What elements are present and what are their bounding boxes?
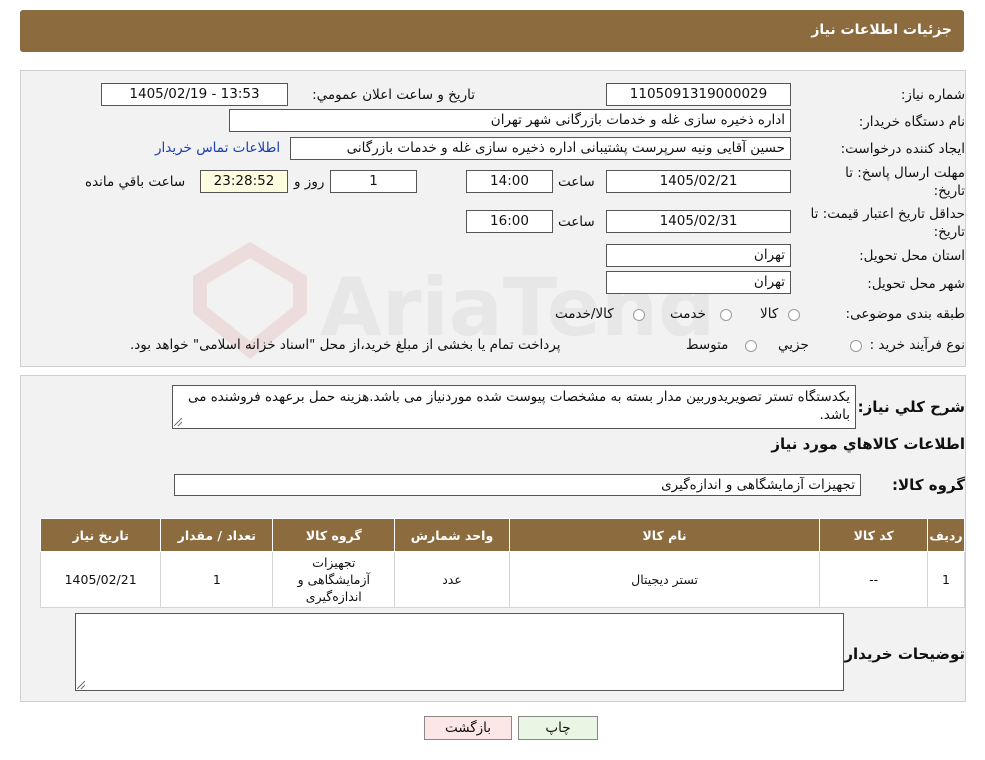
col-goods-name: نام کالا bbox=[508, 518, 821, 552]
price-validity-label: حداقل تاريخ اعتبار قيمت: تا تاريخ: bbox=[810, 206, 965, 240]
category-goods-service-radio[interactable] bbox=[633, 309, 645, 321]
buyer-contact-link[interactable]: اطلاعات تماس خریدار bbox=[155, 140, 280, 156]
creator-label: ايجاد کننده درخواست: bbox=[840, 141, 965, 157]
cell-goods-code: -- bbox=[819, 551, 929, 608]
cell-goods-name: تستر دیجیتال bbox=[508, 551, 821, 608]
process-medium-radio[interactable] bbox=[745, 340, 757, 352]
deadline-label: مهلت ارسال پاسخ: تا تاریخ: bbox=[845, 165, 965, 199]
process-label: نوع فرآیند خرید : bbox=[869, 337, 965, 353]
days-field: 1 bbox=[330, 170, 417, 193]
col-unit: واحد شمارش bbox=[394, 518, 510, 552]
days-label: روز و bbox=[294, 174, 325, 190]
price-validity-time-field: 16:00 bbox=[466, 210, 553, 233]
description-label: شرح کلي نياز: bbox=[857, 398, 965, 416]
col-goods-code: کد کالا bbox=[819, 518, 929, 552]
city-label: شهر محل تحويل: bbox=[867, 276, 965, 292]
page-title: جزئیات اطلاعات نیاز bbox=[811, 22, 952, 38]
buyer-org-field: اداره ذخیره سازی غله و خدمات بازرگانی شه… bbox=[229, 109, 791, 132]
buyer-org-label: نام دستگاه خريدار: bbox=[858, 114, 965, 130]
buyer-notes-label: توضيحات خريدار: bbox=[838, 645, 965, 663]
need-number-label: شماره نیاز: bbox=[900, 87, 965, 103]
process-minor-radio[interactable] bbox=[850, 340, 862, 352]
table-header-row: رديف کد کالا نام کالا واحد شمارش گروه کا… bbox=[39, 518, 965, 552]
category-goods-service-label: کالا/خدمت bbox=[555, 306, 614, 322]
goods-section-title: اطلاعات کالاهاي مورد نياز bbox=[771, 435, 965, 453]
buyer-notes-field[interactable] bbox=[75, 613, 844, 691]
col-goods-group: گروه کالا bbox=[272, 518, 396, 552]
category-goods-label: کالا bbox=[760, 306, 779, 322]
category-goods-radio[interactable] bbox=[788, 309, 800, 321]
creator-field: حسین آقایی ونیه سرپرست پشتیبانی اداره ذخ… bbox=[290, 137, 791, 160]
goods-group-label: گروه کالا: bbox=[892, 476, 965, 494]
col-row-number: رديف bbox=[927, 518, 965, 552]
deadline-time-field: 14:00 bbox=[466, 170, 553, 193]
category-service-radio[interactable] bbox=[720, 309, 732, 321]
remaining-time-field: 23:28:52 bbox=[200, 170, 288, 193]
goods-group-field: تجهیزات آزمایشگاهی و اندازه‌گیری bbox=[174, 474, 861, 496]
print-button[interactable]: چاپ bbox=[518, 716, 598, 740]
cell-need-date: 1405/02/21 bbox=[39, 551, 162, 608]
cell-quantity: 1 bbox=[160, 551, 274, 608]
items-table: رديف کد کالا نام کالا واحد شمارش گروه کا… bbox=[39, 518, 965, 608]
deadline-time-label: ساعت bbox=[558, 174, 595, 190]
announce-date-field: 1405/02/19 - 13:53 bbox=[101, 83, 288, 106]
need-number-field: 1105091319000029 bbox=[606, 83, 791, 106]
cell-goods-group: تجهیزات آزمایشگاهی و اندازه‌گیری bbox=[272, 551, 396, 608]
col-need-date: تاريخ نياز bbox=[39, 518, 162, 552]
description-field: یکدستگاه تستر تصویریدوربین مدار بسته به … bbox=[172, 385, 856, 429]
back-button[interactable]: بازگشت bbox=[424, 716, 512, 740]
items-table-wrapper: رديف کد کالا نام کالا واحد شمارش گروه کا… bbox=[39, 518, 965, 608]
process-note: پرداخت تمام یا بخشی از مبلغ خرید،از محل … bbox=[130, 337, 561, 353]
category-label: طبقه بندی موضوعی: bbox=[845, 306, 965, 322]
deadline-date-field: 1405/02/21 bbox=[606, 170, 791, 193]
province-field: تهران bbox=[606, 244, 791, 267]
notes-resize-handle-icon[interactable] bbox=[77, 681, 85, 689]
table-row: 1 -- تستر دیجیتال عدد تجهیزات آزمایشگاهی… bbox=[39, 551, 965, 608]
price-validity-date-field: 1405/02/31 bbox=[606, 210, 791, 233]
page-header: جزئیات اطلاعات نیاز bbox=[20, 10, 964, 52]
process-minor-label: جزیي bbox=[778, 337, 809, 353]
description-text: یکدستگاه تستر تصویریدوربین مدار بسته به … bbox=[187, 389, 850, 423]
city-field: تهران bbox=[606, 271, 791, 294]
price-validity-time-label: ساعت bbox=[558, 214, 595, 230]
resize-handle-icon[interactable] bbox=[174, 418, 182, 426]
cell-row-number: 1 bbox=[927, 551, 965, 608]
province-label: استان محل تحويل: bbox=[859, 248, 965, 264]
cell-unit: عدد bbox=[394, 551, 510, 608]
category-service-label: خدمت bbox=[670, 306, 706, 322]
col-quantity: تعداد / مقدار bbox=[160, 518, 274, 552]
process-medium-label: متوسط bbox=[686, 337, 729, 353]
remaining-time-label: ساعت باقي مانده bbox=[85, 174, 186, 190]
announce-date-label: تاريخ و ساعت اعلان عمومي: bbox=[312, 87, 475, 103]
